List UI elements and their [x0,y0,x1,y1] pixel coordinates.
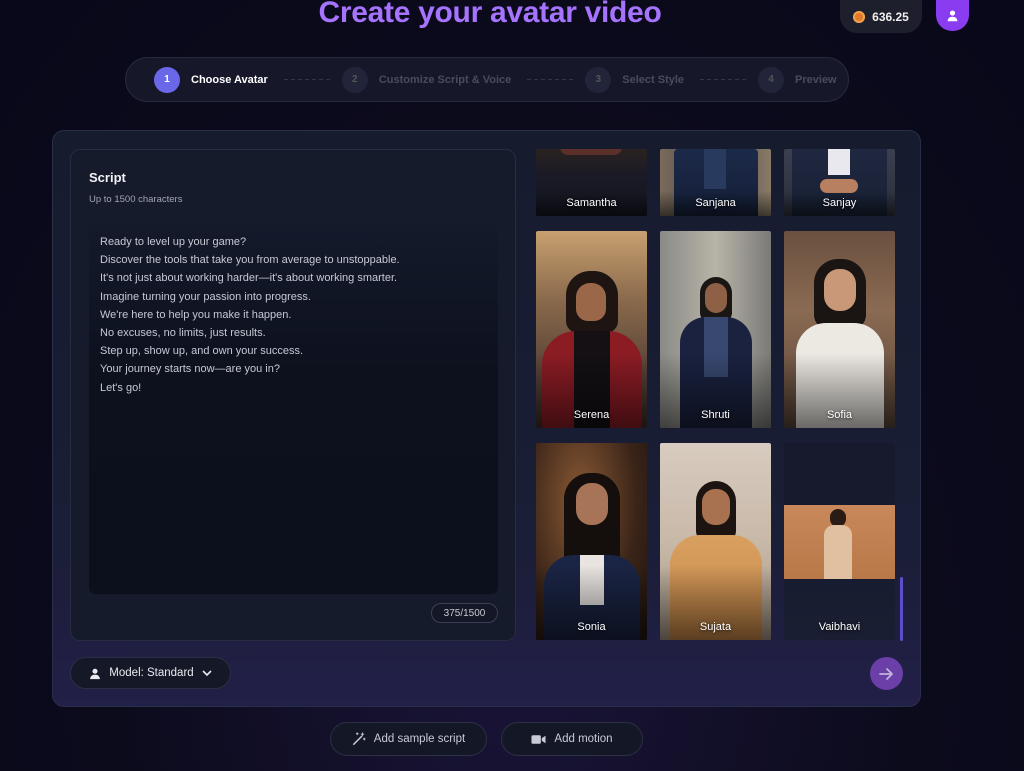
step-label: Preview [795,73,837,86]
credits-badge[interactable]: 636.25 [840,0,922,33]
step-divider [527,79,574,80]
step-divider [283,79,330,80]
avatar-grid-scrollbar[interactable] [900,577,903,641]
script-line: No excuses, no limits, just results. [100,327,266,340]
avatar-name: Vaibhavi [818,621,861,633]
video-camera-icon [531,734,546,744]
avatar-name: Serena [573,409,610,421]
model-select-button[interactable]: Model: Standard [70,657,231,689]
script-line: Imagine turning your passion into progre… [100,290,311,303]
step-number: 3 [585,66,612,93]
script-line: Step up, show up, and own your success. [100,345,304,358]
script-title: Script [89,170,126,185]
script-line: It's not just about working harder—it's … [100,272,398,285]
avatar-name: Samantha [566,197,617,209]
credits-value: 636.25 [872,9,909,24]
next-button[interactable] [870,657,903,690]
script-line: Ready to level up your game? [100,236,247,248]
step-label: Customize Script & Voice [378,73,512,86]
script-line: Your journey starts now—are you in? [100,363,280,376]
user-icon [947,10,958,22]
add-sample-script-button[interactable]: Add sample script [330,722,487,756]
avatar-name: Sanjay [822,197,857,209]
coin-icon [853,10,866,23]
step-label: Choose Avatar [191,73,268,86]
script-subtitle: Up to 1500 characters [89,194,183,205]
avatar-card-sonia[interactable]: Sonia [536,443,647,640]
script-line: Let's go! [100,381,142,394]
step-number: 1 [154,66,180,93]
avatar-name: Sanjana [695,197,736,209]
add-sample-script-label: Add sample script [373,733,466,745]
add-motion-button[interactable]: Add motion [501,722,643,756]
step-divider [700,79,747,80]
page-title: Create your avatar video [318,0,662,29]
stepper: 1 Choose Avatar 2 Customize Script & Voi… [125,57,849,102]
avatar-card-sanjana[interactable]: Sanjana [660,149,771,216]
step-select-style[interactable]: 3 Select Style [585,66,685,93]
arrow-right-icon [878,667,893,680]
step-customize-script[interactable]: 2 Customize Script & Voice [341,66,512,93]
step-choose-avatar[interactable]: 1 Choose Avatar [154,66,268,93]
script-line: Discover the tools that take you from av… [100,254,400,267]
step-number: 4 [758,66,785,93]
add-motion-label: Add motion [554,733,613,745]
avatar-card-samantha[interactable]: Samantha [536,149,647,216]
avatar-card-sofia[interactable]: Sofia [784,231,895,428]
step-label: Select Style [622,73,685,86]
character-count: 375/1500 [431,603,498,623]
step-number: 2 [341,66,368,93]
avatar-card-sanjay[interactable]: Sanjay [784,149,895,216]
avatar-card-shruti[interactable]: Shruti [660,231,771,428]
script-panel: Script Up to 1500 characters Ready to le… [70,149,516,641]
model-label: Model: Standard [109,667,194,679]
step-preview[interactable]: 4 Preview [758,66,837,93]
chevron-down-icon [202,670,212,677]
avatar-name: Shruti [701,409,730,421]
avatar-card-vaibhavi[interactable]: Vaibhavi [784,443,895,640]
avatar-card-serena[interactable]: Serena [536,231,647,428]
avatar-name: Sofia [826,409,853,421]
avatar-name: Sujata [699,621,732,633]
avatar-card-sujata[interactable]: Sujata [660,443,771,640]
script-textarea[interactable]: Ready to level up your game? Discover th… [89,223,498,594]
magic-wand-icon [352,732,366,746]
profile-button[interactable] [936,0,969,31]
script-line: We're here to help you make it happen. [100,308,292,321]
user-icon [90,668,101,679]
avatar-name: Sonia [577,621,606,633]
